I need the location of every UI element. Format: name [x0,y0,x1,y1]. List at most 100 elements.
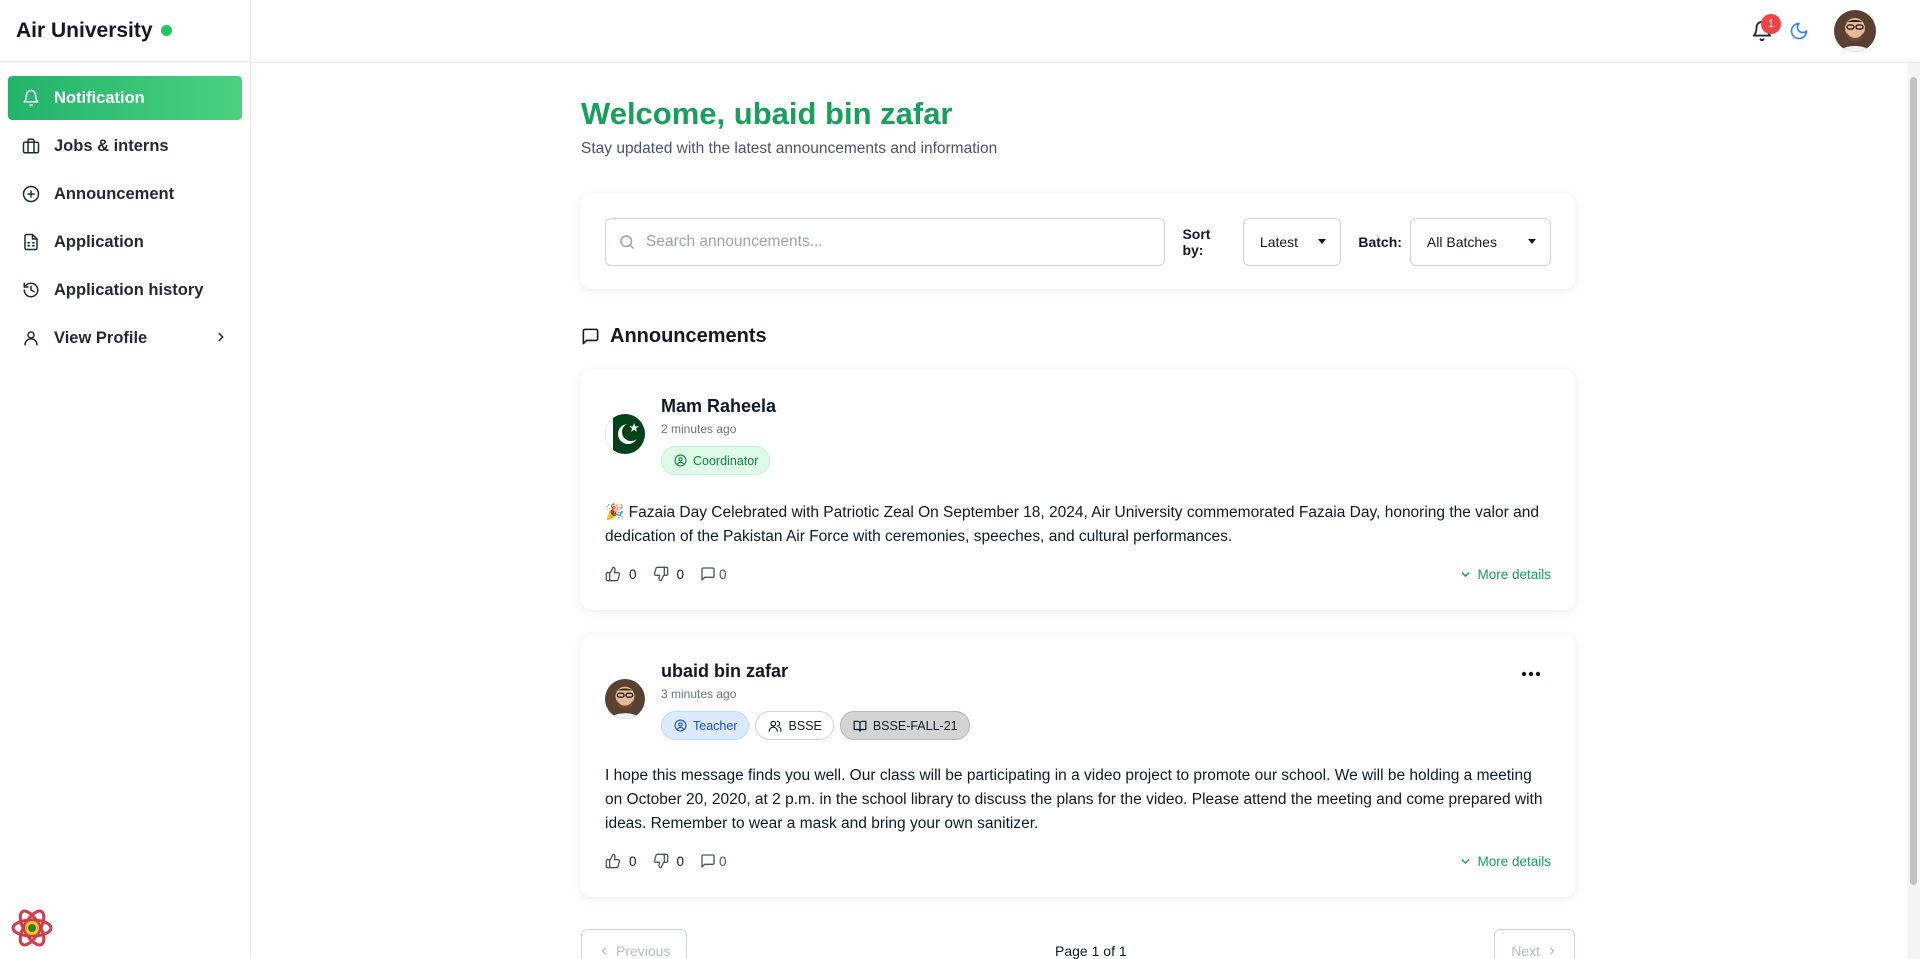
comment-button[interactable]: 0 [700,853,727,869]
like-button[interactable]: 0 [605,853,637,869]
program-badge: BSSE [755,711,834,740]
announcement-card: Mam Raheela 2 minutes ago Coordinator 🎉 … [581,370,1575,610]
post-actions: 0 0 0 More details [605,853,1551,869]
dislike-button[interactable]: 0 [653,853,685,869]
page-title: Welcome, ubaid bin zafar [581,96,953,131]
online-status-dot [160,25,172,36]
comment-count: 0 [719,566,727,582]
search-box[interactable] [605,217,1166,266]
message-square-icon [581,327,600,346]
next-page-button[interactable]: Next [1494,929,1575,959]
batch-select[interactable]: All Batches [1409,217,1552,266]
sort-select[interactable]: Latest [1242,217,1342,266]
pagination: Previous Page 1 of 1 Next [581,929,1575,959]
document-icon [22,233,40,251]
author-avatar [605,414,645,454]
announcements-heading: Announcements [581,325,1575,348]
sidebar: Air University Notification Jobs & inter… [0,0,251,959]
batch-badge-label: BSSE-FALL-21 [872,718,958,733]
briefcase-icon [22,137,40,155]
previous-label: Previous [616,943,671,959]
main-content: Welcome, ubaid bin zafar Stay updated wi… [581,63,1575,959]
program-badge-label: BSSE [788,718,822,733]
badge-row: Teacher BSSE BSSE-FALL-21 [661,711,970,740]
previous-page-button[interactable]: Previous [581,929,688,959]
post-time: 2 minutes ago [661,422,737,436]
users-icon [768,719,783,733]
post-time: 3 minutes ago [661,687,737,701]
thumbs-down-icon [653,566,669,582]
plus-circle-icon [22,185,40,203]
dislike-count: 0 [676,566,685,582]
sidebar-item-application[interactable]: Application [8,220,242,264]
like-button[interactable]: 0 [605,566,637,582]
brand-title: Air University [16,18,153,42]
author-name: Mam Raheela [661,396,777,416]
announcement-card: ubaid bin zafar 3 minutes ago Teacher BS… [581,635,1575,897]
dark-mode-moon-icon[interactable] [1789,21,1809,41]
comment-icon [700,566,716,582]
card-header: Mam Raheela 2 minutes ago Coordinator [605,394,1551,475]
bell-icon [22,89,40,107]
book-open-icon [853,719,867,733]
comment-button[interactable]: 0 [700,566,727,582]
chevron-right-icon [214,330,228,344]
sidebar-item-label: Application [54,232,144,251]
batch-label: Batch: [1358,233,1402,250]
caret-down-icon [1528,239,1537,244]
sidebar-item-notification[interactable]: Notification [8,76,242,120]
notification-count-badge: 1 [1761,14,1781,34]
batch-badge: BSSE-FALL-21 [839,711,970,740]
next-label: Next [1511,943,1540,959]
card-header: ubaid bin zafar 3 minutes ago Teacher BS… [605,659,1551,740]
page-subtitle: Stay updated with the latest announcemen… [581,140,998,157]
dislike-button[interactable]: 0 [653,566,685,582]
history-icon [22,281,40,299]
filter-bar: Sort by: Latest Batch: All Batches [581,194,1575,289]
user-icon [22,329,40,347]
user-circle-icon [674,719,687,732]
more-options-icon[interactable] [1521,671,1541,677]
role-badge: Teacher [661,711,750,740]
author-info: ubaid bin zafar 3 minutes ago Teacher BS… [661,659,970,740]
chevron-left-icon [598,945,610,957]
react-logo-icon[interactable] [10,906,54,950]
chevron-right-icon [1546,945,1558,957]
sidebar-item-label: Jobs & interns [54,136,169,155]
role-badge-label: Coordinator [693,453,759,468]
like-count: 0 [629,566,637,582]
thumbs-down-icon [653,853,669,869]
brand: Air University [0,0,250,62]
like-count: 0 [629,853,637,869]
thumbs-up-icon [605,566,621,582]
author-avatar [605,679,645,719]
chevron-down-icon [1459,568,1472,581]
sort-value: Latest [1259,233,1299,250]
badge-row: Coordinator [661,446,776,475]
announcements-heading-label: Announcements [610,325,767,347]
more-details-link[interactable]: More details [1459,567,1551,582]
sidebar-item-jobs[interactable]: Jobs & interns [8,124,242,168]
post-body: 🎉 Fazaia Day Celebrated with Patriotic Z… [605,504,1539,545]
sidebar-nav: Notification Jobs & interns Announcement… [0,62,250,360]
sidebar-item-label: Notification [54,88,145,107]
more-details-link[interactable]: More details [1459,854,1551,869]
scrollbar-thumb[interactable] [1910,77,1917,885]
thumbs-up-icon [605,853,621,869]
more-details-label: More details [1477,566,1551,582]
sidebar-item-view-profile[interactable]: View Profile [8,316,242,360]
search-input[interactable] [646,232,1126,251]
more-details-label: More details [1477,853,1551,869]
sidebar-item-application-history[interactable]: Application history [8,268,242,312]
user-circle-icon [674,454,687,467]
dislike-count: 0 [676,853,685,869]
page-scrollbar[interactable] [1907,63,1920,959]
post-body: I hope this message finds you well. Our … [605,767,1543,832]
top-bar: 1 [251,0,1920,63]
search-icon [618,233,636,251]
sidebar-item-label: Application history [54,280,204,299]
sidebar-item-announcement[interactable]: Announcement [8,172,242,216]
comment-icon [700,853,716,869]
user-avatar[interactable] [1834,10,1876,52]
batch-value: All Batches [1426,233,1497,250]
